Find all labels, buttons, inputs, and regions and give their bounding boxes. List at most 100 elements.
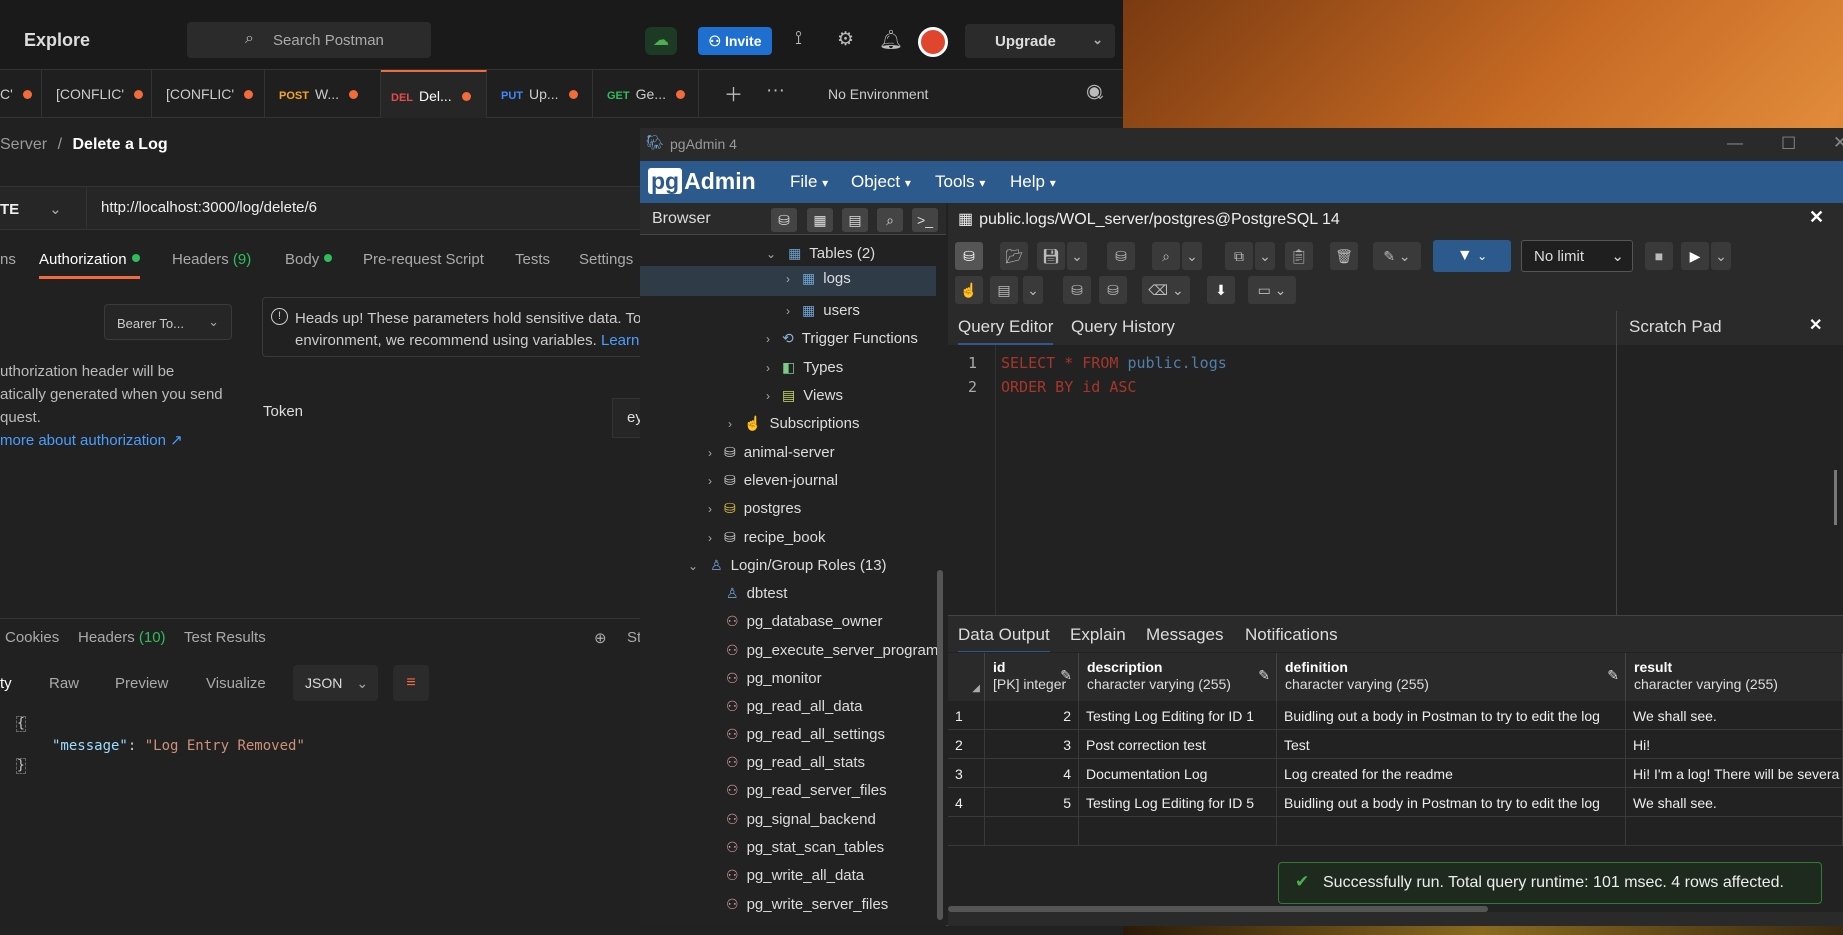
row-number[interactable]: 3 — [948, 759, 985, 788]
paste-icon[interactable]: 📋︎ — [1285, 242, 1313, 270]
cell-description[interactable]: Testing Log Editing for ID 5 — [1079, 788, 1277, 817]
eye-icon[interactable]: ◉ — [1086, 80, 1103, 103]
tree-node-eleven-journal[interactable]: › ⛁ eleven-journal — [708, 472, 838, 489]
request-tab[interactable]: [CONFLIC' — [152, 70, 265, 118]
rollback-icon[interactable]: ⛁ — [1099, 276, 1127, 304]
search-icon[interactable]: ⌕ — [877, 208, 903, 232]
fold-brace-close[interactable]: } — [16, 758, 26, 774]
cell-id[interactable]: 4 — [985, 759, 1079, 788]
format-select[interactable]: JSON ⌄ — [293, 665, 378, 701]
save-dropdown-icon[interactable]: ⌄ — [1067, 242, 1087, 270]
column-header-result[interactable]: result character varying (255) — [1626, 653, 1843, 701]
upgrade-button[interactable]: Upgrade ⌄ — [965, 24, 1115, 58]
avatar[interactable] — [918, 27, 948, 57]
tab-explain[interactable]: Explain — [1070, 625, 1126, 645]
grid-corner[interactable]: ◢ — [948, 653, 985, 701]
environment-selector[interactable]: No Environment ⌄ — [828, 86, 1106, 103]
tree-node-role[interactable]: ⚇ pg_stat_scan_tables — [726, 839, 884, 856]
row-number[interactable]: 1 — [948, 701, 985, 730]
tree-node-types[interactable]: › ◧ Types — [766, 359, 843, 376]
menu-tools[interactable]: Tools ▾ — [935, 172, 985, 192]
find-dropdown-icon[interactable]: ⌄ — [1182, 242, 1202, 270]
explore-link[interactable]: Explore — [24, 30, 90, 51]
execute-dropdown-icon[interactable]: ⌄ — [1711, 242, 1731, 270]
tree-node-role[interactable]: ♙ dbtest — [726, 585, 787, 602]
cell-id[interactable]: 2 — [985, 701, 1079, 730]
tree-node-role[interactable]: ⚇ pg_execute_server_program — [726, 642, 938, 659]
find-icon[interactable]: ⌕ — [1152, 242, 1180, 270]
view-preview[interactable]: Preview — [115, 675, 168, 692]
close-query-tool-icon[interactable]: ✕ — [1809, 207, 1824, 228]
cell-description[interactable]: Documentation Log — [1079, 759, 1277, 788]
tree-node-role[interactable]: ⚇ pg_database_owner — [726, 613, 883, 630]
cell-result[interactable]: We shall see. — [1626, 788, 1843, 817]
cell-result[interactable]: Hi! — [1626, 730, 1843, 759]
tab-body[interactable]: Body — [285, 251, 333, 268]
cell-definition[interactable]: Log created for the readme — [1277, 759, 1626, 788]
sync-cloud-icon[interactable]: ☁ — [645, 27, 677, 55]
tree-node-role[interactable]: ⚇ pg_read_all_settings — [726, 726, 885, 743]
edit-icon[interactable]: ✎ ⌄ — [1373, 242, 1421, 270]
cell-description[interactable]: Testing Log Editing for ID 1 — [1079, 701, 1277, 730]
cell-id[interactable]: 3 — [985, 730, 1079, 759]
tree-node-tables[interactable]: ⌄ ▦ Tables (2) — [766, 245, 875, 262]
request-tab-active[interactable]: DEL Del... — [381, 70, 487, 118]
tree-node-users[interactable]: › ▦ users — [786, 302, 860, 319]
tab-data-output[interactable]: Data Output — [958, 625, 1050, 654]
menu-object[interactable]: Object ▾ — [851, 172, 911, 192]
cell-definition[interactable]: Buidling out a body in Postman to try to… — [1277, 788, 1626, 817]
grid-horizontal-scrollbar[interactable] — [948, 906, 1488, 912]
copy-dropdown-icon[interactable]: ⌄ — [1255, 242, 1275, 270]
invite-button[interactable]: ⚇ Invite — [698, 27, 772, 55]
save-icon[interactable]: 💾︎ — [1037, 242, 1065, 270]
menu-file[interactable]: File ▾ — [790, 172, 828, 192]
delete-icon[interactable]: 🗑︎ — [1330, 242, 1358, 270]
request-tab[interactable]: POST W... — [265, 70, 381, 118]
tab-query-history[interactable]: Query History — [1071, 317, 1175, 337]
request-tab[interactable]: PUT Up... — [487, 70, 593, 118]
cell-result[interactable]: Hi! I'm a log! There will be severa — [1626, 759, 1843, 788]
column-header-id[interactable]: id [PK] integer ✎ — [985, 653, 1079, 701]
tree-node-role[interactable]: ⚇ pg_write_server_files — [726, 896, 888, 913]
explain-analyze-icon[interactable]: ▤ — [990, 276, 1018, 304]
search-bar[interactable]: ⌕ Search Postman — [187, 22, 431, 58]
save-data-icon[interactable]: ⛁ — [1107, 242, 1135, 270]
tree-scrollbar[interactable] — [937, 570, 943, 920]
tab-notifications[interactable]: Notifications — [1245, 625, 1338, 645]
tree-node-role[interactable]: ⚇ pg_write_all_data — [726, 867, 864, 884]
open-file-icon[interactable]: 📂︎ — [1000, 242, 1028, 270]
tab-test-results[interactable]: Test Results — [184, 629, 266, 646]
tree-node-role[interactable]: ⚇ pg_read_all_data — [726, 698, 863, 715]
more-icon[interactable]: ··· — [766, 80, 785, 102]
tree-node-role[interactable]: ⚇ pg_read_server_files — [726, 782, 887, 799]
close-window-icon[interactable]: ✕ — [1833, 133, 1843, 153]
filter-button[interactable]: ▼ ⌄ — [1433, 240, 1511, 272]
stop-icon[interactable]: ■ — [1645, 242, 1673, 270]
editor-scrollbar[interactable] — [1834, 470, 1837, 525]
row-number[interactable]: 4 — [948, 788, 985, 817]
terminal-icon[interactable]: >_ — [912, 208, 938, 232]
row-number[interactable]: 2 — [948, 730, 985, 759]
cell-definition[interactable]: Buidling out a body in Postman to try to… — [1277, 701, 1626, 730]
explain-icon[interactable]: ☝ — [955, 276, 983, 304]
tab-response-headers[interactable]: Headers (10) — [78, 629, 166, 646]
menu-help[interactable]: Help ▾ — [1010, 172, 1056, 192]
url-input[interactable]: http://localhost:3000/log/delete/6 — [101, 199, 317, 216]
view-pretty[interactable]: ty — [0, 675, 12, 692]
execute-icon[interactable]: ▶ — [1681, 242, 1709, 270]
tab-headers[interactable]: Headers (9) — [172, 251, 251, 268]
tree-node-views[interactable]: › ▤ Views — [766, 387, 843, 404]
database-icon[interactable]: ⛁ — [771, 208, 797, 232]
cell-id[interactable]: 5 — [985, 788, 1079, 817]
tab-query-editor[interactable]: Query Editor — [958, 317, 1054, 346]
row-limit-select[interactable]: No limit ⌄ — [1521, 240, 1633, 272]
tab-authorization[interactable]: Authorization — [39, 251, 140, 279]
tab-settings[interactable]: Settings — [579, 251, 633, 268]
tree-node-subscriptions[interactable]: › ☝ Subscriptions — [728, 415, 859, 432]
macros-icon[interactable]: ▭ ⌄ — [1248, 276, 1296, 304]
method-selector[interactable]: TE ⌄ — [0, 200, 62, 218]
commit-icon[interactable]: ⛁ — [1063, 276, 1091, 304]
fold-brace-open[interactable]: { — [16, 716, 26, 732]
tab-cookies[interactable]: Cookies — [5, 629, 59, 646]
close-scratch-pad-icon[interactable]: ✕ — [1809, 315, 1822, 335]
